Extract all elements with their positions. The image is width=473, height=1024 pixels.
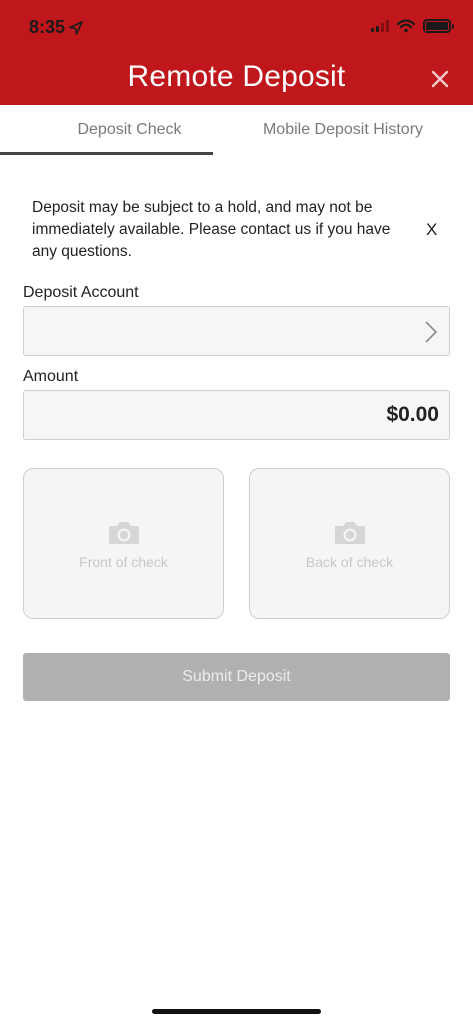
back-of-check-capture[interactable]: Back of check bbox=[249, 468, 450, 619]
camera-icon bbox=[335, 522, 365, 544]
tab-bar: Deposit Check Mobile Deposit History bbox=[23, 105, 450, 155]
back-of-check-label: Back of check bbox=[305, 554, 394, 570]
time-text: 8:35 bbox=[29, 17, 66, 37]
notice-close-button[interactable]: X bbox=[426, 220, 437, 240]
location-arrow-icon bbox=[69, 20, 83, 35]
app-header: 8:35 Remote Deposit bbox=[0, 0, 473, 105]
front-of-check-capture[interactable]: Front of check bbox=[23, 468, 224, 619]
tab-mobile-deposit-history[interactable]: Mobile Deposit History bbox=[236, 105, 450, 155]
home-indicator[interactable] bbox=[152, 1009, 321, 1014]
hold-notice-text: Deposit may be subject to a hold, and ma… bbox=[32, 199, 391, 260]
camera-icon bbox=[109, 522, 139, 544]
amount-label: Amount bbox=[23, 368, 79, 385]
battery-icon bbox=[423, 19, 454, 33]
amount-value: $0.00 bbox=[386, 403, 439, 426]
status-bar-indicators bbox=[371, 19, 454, 33]
status-bar-time: 8:35 bbox=[29, 17, 83, 38]
wifi-icon bbox=[397, 19, 415, 33]
active-tab-indicator bbox=[0, 152, 213, 155]
submit-deposit-button[interactable]: Submit Deposit bbox=[23, 653, 450, 701]
page-title: Remote Deposit bbox=[127, 60, 346, 93]
deposit-account-label: Deposit Account bbox=[23, 284, 139, 301]
front-of-check-label: Front of check bbox=[79, 554, 168, 570]
close-icon[interactable] bbox=[431, 70, 449, 88]
signal-icon bbox=[371, 20, 389, 32]
chevron-right-icon bbox=[425, 321, 438, 343]
tab-deposit-check[interactable]: Deposit Check bbox=[23, 105, 236, 155]
deposit-account-select[interactable] bbox=[23, 306, 450, 356]
amount-input[interactable]: $0.00 bbox=[23, 390, 450, 440]
